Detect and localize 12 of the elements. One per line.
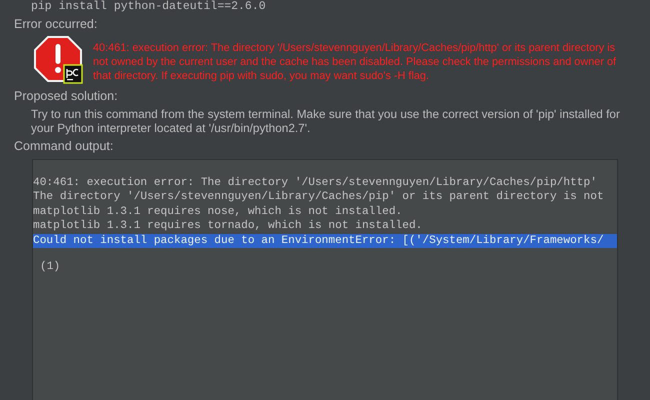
- error-message: 40:461: execution error: The directory '/Users/stevennguyen/Library/Caches/pip/http' or its parent directory is not owned by the current user and the cache has been disabled. Please check the permissions and owner of that directory. If executing pip with sudo, you may want sudo's -H flag.: [93, 41, 618, 83]
- output-line: matplotlib 1.3.1 requires nose, which is not installed.: [33, 204, 404, 220]
- output-line: matplotlib 1.3.1 requires tornado, which is not installed.: [33, 219, 424, 234]
- solution-label: Proposed solution:: [14, 89, 119, 104]
- error-label: Error occurred:: [14, 17, 98, 32]
- output-line: The directory '/Users/stevennguyen/Library/Caches/pip' or its parent directory is not: [33, 190, 605, 205]
- error-app-icon: [34, 36, 84, 84]
- solution-text: Try to run this command from the system terminal. Make sure that you use the correct version of 'pip' installed for your Python interpreter located at '/usr/bin/python2.7'.: [31, 107, 621, 135]
- output-line: 40:461: execution error: The directory '/Users/stevennguyen/Library/Caches/pip/http': [33, 176, 598, 190]
- exit-code: (1): [40, 260, 62, 274]
- command-text: pip install python-dateutil==2.6.0: [31, 0, 267, 13]
- output-label: Command output:: [14, 139, 114, 154]
